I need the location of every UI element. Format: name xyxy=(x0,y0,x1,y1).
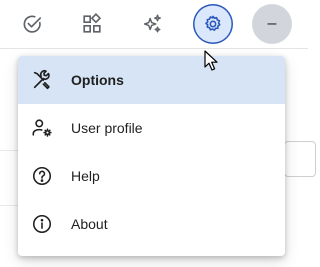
sparkle-icon xyxy=(143,14,161,33)
avatar-text: – xyxy=(267,15,277,32)
sparkle-button[interactable] xyxy=(132,4,172,44)
menu-item-label: Help xyxy=(71,168,100,184)
tools-icon xyxy=(30,68,54,92)
apps-button[interactable] xyxy=(72,4,112,44)
check-circle-icon xyxy=(23,15,42,33)
menu-item-help[interactable]: Help xyxy=(18,152,285,200)
check-circle-button[interactable] xyxy=(12,4,52,44)
menu-item-label: Options xyxy=(71,72,124,88)
toolbar-divider xyxy=(0,48,308,49)
top-toolbar: – xyxy=(0,0,308,48)
background-divider xyxy=(0,150,18,151)
apps-grid-icon xyxy=(83,13,102,33)
user-settings-icon xyxy=(30,116,54,140)
mouse-pointer-icon xyxy=(204,50,220,77)
avatar[interactable]: – xyxy=(252,4,292,44)
info-circle-icon xyxy=(30,212,54,236)
menu-item-about[interactable]: About xyxy=(18,200,285,248)
help-circle-icon xyxy=(30,164,54,188)
menu-item-options[interactable]: Options xyxy=(18,56,285,104)
menu-item-label: User profile xyxy=(71,120,143,136)
menu-item-user-profile[interactable]: User profile xyxy=(18,104,285,152)
settings-button[interactable] xyxy=(193,4,233,44)
menu-item-label: About xyxy=(71,216,108,232)
gear-icon xyxy=(205,15,221,31)
settings-dropdown-menu: Options User profile Help About xyxy=(18,56,285,256)
background-input-field xyxy=(284,141,316,177)
background-divider xyxy=(0,205,18,206)
